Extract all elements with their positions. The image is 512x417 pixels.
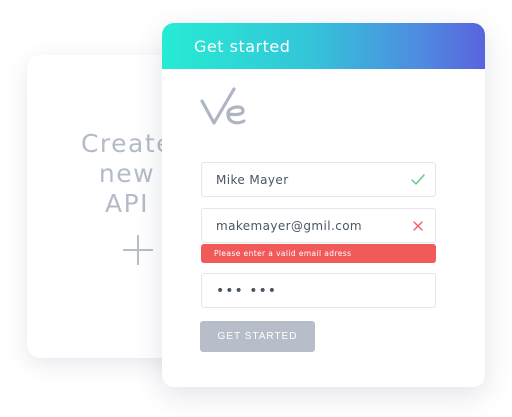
get-started-button[interactable]: GET STARTED: [200, 321, 315, 352]
logo-icon: [200, 87, 246, 125]
plus-icon[interactable]: [123, 235, 153, 265]
signup-card: Get started Mike Mayer makemayer@gmil.co…: [162, 23, 485, 387]
signup-title: Get started: [194, 36, 291, 56]
name-field[interactable]: Mike Mayer: [201, 162, 436, 197]
email-field-value: makemayer@gmil.com: [216, 218, 363, 233]
password-field[interactable]: ••• •••: [201, 273, 436, 308]
email-field[interactable]: makemayer@gmil.com: [201, 208, 436, 243]
name-field-value: Mike Mayer: [216, 172, 289, 187]
close-icon: [401, 209, 435, 242]
password-field-value: ••• •••: [216, 282, 277, 299]
check-icon: [401, 163, 435, 196]
signup-header: Get started: [162, 23, 485, 69]
email-error-message: Please enter a valid email adress: [201, 244, 436, 263]
